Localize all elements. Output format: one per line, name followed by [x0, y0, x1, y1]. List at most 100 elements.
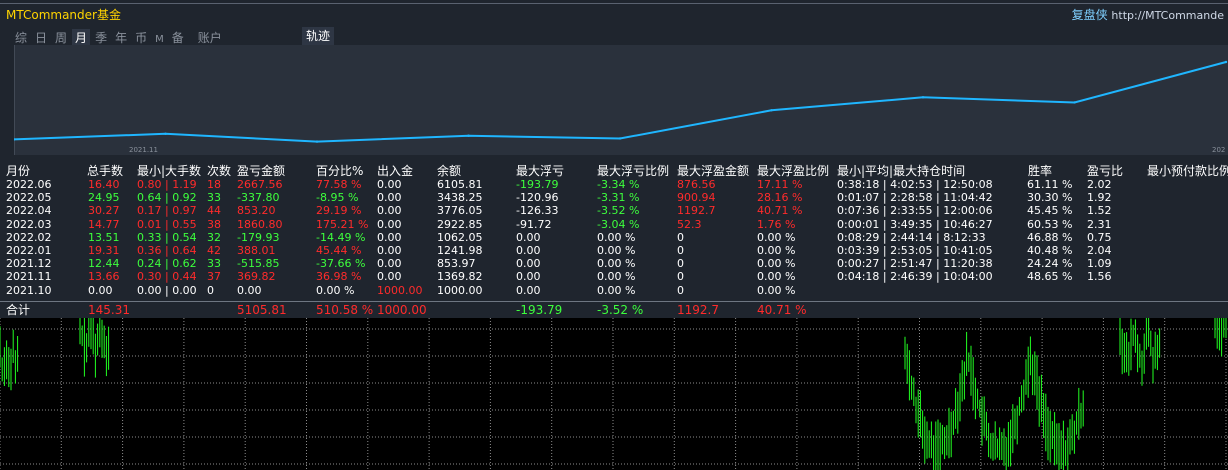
table-row[interactable]: 2022.02 13.51 0.33 | 0.54 32 -179.93 -14.49 %… — [0, 231, 1228, 245]
cell-io: 0.00 — [377, 257, 402, 271]
cell-pct: -8.95 % — [316, 191, 359, 205]
table-row[interactable]: 2022.06 16.40 0.80 | 1.19 18 2667.56 77.58 % 0… — [0, 178, 1228, 192]
cell-balance: 1369.82 — [437, 270, 483, 284]
cell-maxfp: 900.94 — [677, 191, 716, 205]
cell-month: 2021.11 — [6, 270, 52, 284]
column-header[interactable]: 最大浮亏 — [516, 162, 564, 178]
total-row: 合计 145.31 5105.81 510.58 % 1000.00 -193.… — [0, 303, 1228, 318]
cell-maxdd: 0.00 — [516, 244, 541, 257]
cell-maxdd-pct: -3.04 % — [597, 217, 640, 231]
equity-chart — [14, 45, 1228, 155]
cell-pct: 45.44 % — [316, 244, 362, 257]
cell-maxfp-pct: 0.00 % — [757, 257, 796, 271]
cell-maxfp: 1192.7 — [677, 204, 716, 218]
column-header[interactable]: 出入金 — [377, 162, 413, 178]
cell-maxfp-pct: 0.00 % — [757, 283, 796, 297]
cell-maxdd: -126.33 — [516, 204, 559, 218]
equity-point — [1224, 60, 1228, 64]
cell-lots: 13.66 — [88, 270, 120, 284]
column-header[interactable]: 最小|平均|最大持仓时间 — [837, 162, 965, 178]
column-header[interactable]: 余额 — [437, 162, 461, 178]
cell-minmax: 0.30 | 0.44 — [137, 270, 197, 284]
cell-maxdd-pct: 0.00 % — [597, 270, 636, 284]
column-header[interactable]: 最小|大手数 — [137, 162, 201, 178]
column-header[interactable]: 盈亏比 — [1087, 162, 1123, 178]
cell-winrate: 61.11 % — [1027, 178, 1073, 191]
cell-pnl: 0.00 — [237, 283, 262, 297]
cell-lots: 19.31 — [88, 244, 120, 257]
cell-minmax: 0.33 | 0.54 — [137, 230, 197, 244]
cell-pl-ratio: 1.09 — [1087, 257, 1112, 271]
column-header[interactable]: 最小预付款比例 — [1147, 162, 1228, 178]
cell-maxdd: -91.72 — [516, 217, 552, 231]
top-border — [0, 3, 1228, 4]
table-row[interactable]: 2022.04 30.27 0.17 | 0.97 44 853.20 29.19 % 0.… — [0, 204, 1228, 218]
cell-maxfp-pct: 40.71 % — [757, 204, 803, 218]
cell-maxfp: 0 — [677, 283, 684, 297]
cell-maxdd: -193.79 — [516, 178, 559, 191]
column-header[interactable]: 最大浮亏比例 — [597, 162, 669, 178]
panel-title: MTCommander基金 — [6, 8, 121, 22]
cell-hold: 0:00:01 | 3:49:35 | 10:46:27 — [837, 217, 993, 231]
trail-button[interactable]: 轨迹 — [302, 27, 335, 45]
total-label: 合计 — [6, 303, 31, 317]
table-row[interactable]: 2021.11 13.66 0.30 | 0.44 37 369.82 36.98 % 0.… — [0, 270, 1228, 284]
column-header[interactable]: 百分比% — [316, 162, 363, 178]
cell-hold: 0:04:18 | 2:46:39 | 10:04:00 — [837, 270, 993, 284]
cell-maxdd-pct: -3.31 % — [597, 191, 640, 205]
cell-maxdd: 0.00 — [516, 257, 541, 271]
column-header[interactable]: 最大浮盈金额 — [677, 162, 749, 178]
table-row[interactable]: 2022.05 24.95 0.64 | 0.92 33 -337.80 -8.95 % 0… — [0, 191, 1228, 205]
table-row[interactable]: 2021.10 0.00 0.00 | 0.00 0 0.00 0.00 % 1000.00… — [0, 284, 1228, 298]
cell-lots: 30.27 — [88, 204, 120, 218]
column-header[interactable]: 总手数 — [87, 162, 123, 178]
cell-maxfp-pct: 0.00 % — [757, 270, 796, 284]
cell-pct: 36.98 % — [316, 270, 362, 284]
cell-pl-ratio: 0.75 — [1087, 230, 1112, 244]
site-url: http://MTCommande — [1111, 9, 1224, 22]
table-row[interactable]: 2022.01 19.31 0.36 | 0.64 42 388.01 45.44 % 0.… — [0, 244, 1228, 258]
cell-winrate: 60.53 % — [1027, 217, 1073, 231]
cell-maxdd-pct: 0.00 % — [597, 230, 636, 244]
table-row[interactable]: 2021.12 12.44 0.24 | 0.62 33 -515.85 -37.66 %… — [0, 257, 1228, 271]
equity-point — [921, 96, 925, 99]
cell-io: 0.00 — [377, 191, 402, 205]
cell-io: 0.00 — [377, 178, 402, 191]
cell-winrate: 24.24 % — [1027, 257, 1073, 271]
cell-maxfp: 0 — [677, 244, 684, 257]
cell-hold: 0:03:39 | 2:53:05 | 10:41:05 — [837, 244, 993, 257]
cell-io: 0.00 — [377, 230, 402, 244]
cell-io: 1000.00 — [377, 283, 423, 297]
cell-maxfp: 52.3 — [677, 217, 702, 231]
cell-minmax: 0.01 | 0.55 — [137, 217, 197, 231]
cell-month: 2022.01 — [6, 244, 52, 257]
cell-pnl: 1860.80 — [237, 217, 283, 231]
column-header[interactable]: 盈亏金额 — [237, 162, 285, 178]
total-lots: 145.31 — [88, 303, 130, 317]
cell-month: 2021.12 — [6, 257, 52, 271]
column-header[interactable]: 胜率 — [1028, 162, 1052, 178]
stats-panel: MTCommander基金 复盘侠 http://MTCommande 综日周月… — [0, 0, 1228, 318]
column-header[interactable]: 最大浮盈比例 — [757, 162, 829, 178]
column-header[interactable]: 月份 — [6, 162, 30, 178]
table-row[interactable]: 2022.03 14.77 0.01 | 0.55 38 1860.80 175.21 %… — [0, 218, 1228, 232]
column-header[interactable]: 次数 — [207, 162, 231, 178]
cell-maxdd: 0.00 — [516, 283, 541, 297]
price-chart-area — [0, 318, 1228, 470]
cell-io: 0.00 — [377, 217, 402, 231]
cell-balance: 3438.25 — [437, 191, 483, 205]
cell-maxfp-pct: 0.00 % — [757, 230, 796, 244]
total-separator — [0, 301, 1228, 302]
cell-maxfp-pct: 28.16 % — [757, 191, 803, 205]
equity-x-label: 2021.11 — [129, 146, 158, 154]
cell-balance: 1062.05 — [437, 230, 483, 244]
cell-maxdd-pct: -3.34 % — [597, 178, 640, 191]
cell-minmax: 0.80 | 1.19 — [137, 178, 197, 191]
equity-point — [770, 109, 773, 112]
cell-lots: 12.44 — [88, 257, 120, 271]
cell-balance: 2922.85 — [437, 217, 483, 231]
period-tabs: 综日周月季年币 M 备账户 — [12, 27, 227, 47]
cell-minmax: 0.64 | 0.92 — [137, 191, 197, 205]
cell-lots: 16.40 — [88, 178, 120, 191]
site-link[interactable]: 复盘侠 http://MTCommande — [1072, 6, 1224, 23]
